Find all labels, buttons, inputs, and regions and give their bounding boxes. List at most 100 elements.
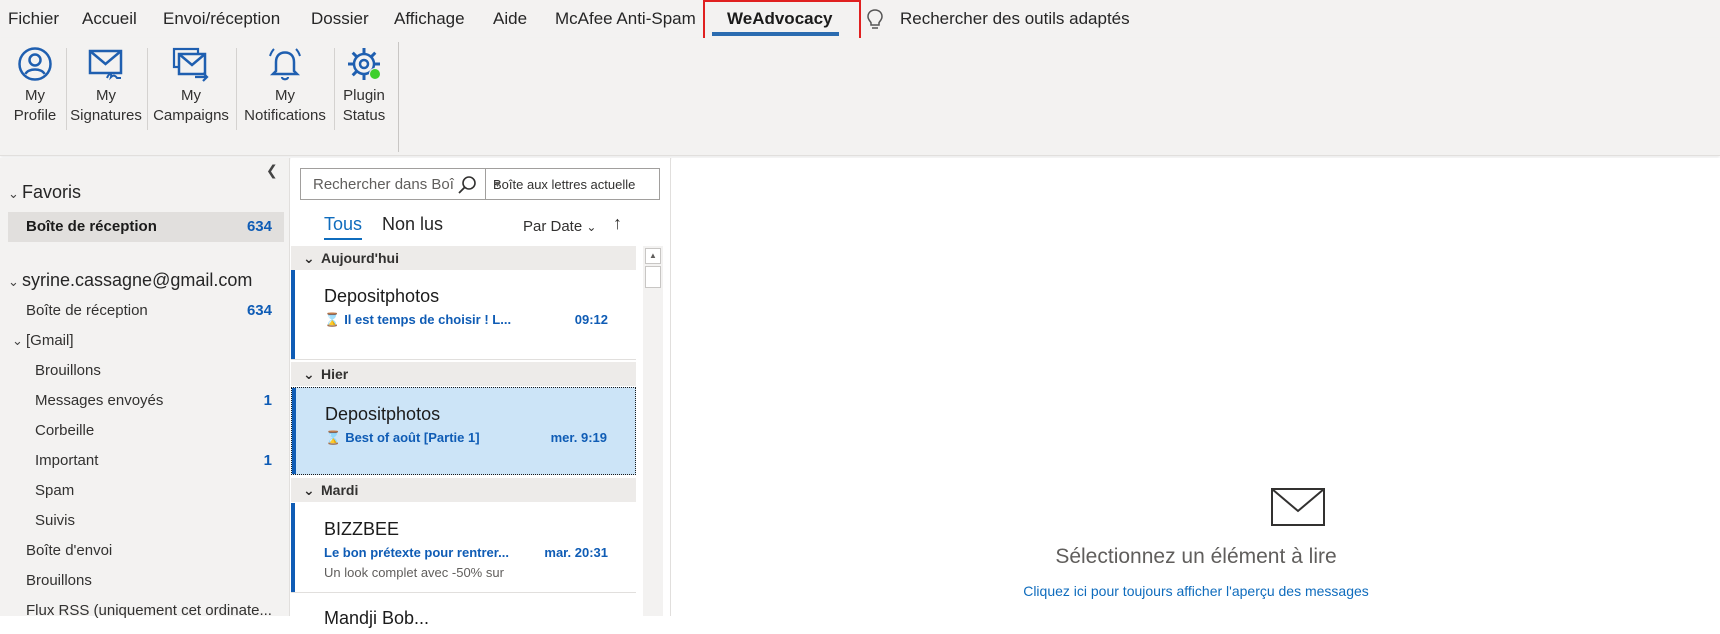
message-sender: Depositphotos (324, 286, 440, 306)
search-scope-dropdown[interactable]: Boîte aux lettres actuelle ▼ (486, 168, 660, 200)
tab-fichier[interactable]: Fichier (8, 0, 59, 38)
menu-bar: Fichier Accueil Envoi/réception Dossier … (0, 0, 1720, 47)
ribbon-label: My (275, 87, 295, 104)
tell-me-search[interactable]: Rechercher des outils adaptés (900, 0, 1130, 38)
ribbon-label: Plugin (343, 87, 385, 104)
envelope-icon (1271, 488, 1325, 526)
search-input[interactable]: Rechercher dans Boî (300, 168, 486, 200)
ribbon-label: Campaigns (153, 107, 229, 124)
sort-by-dropdown[interactable]: Par Date ⌄ (523, 218, 596, 235)
folder-label: Boîte de réception (26, 302, 148, 319)
bell-icon (269, 48, 301, 81)
folder-messages-envoyes[interactable]: Messages envoyés 1 (8, 388, 284, 414)
ribbon-label: Notifications (244, 107, 326, 124)
folder-boite-envoi[interactable]: Boîte d'envoi (26, 538, 112, 564)
lightbulb-icon (867, 9, 883, 29)
ribbon-label: My (96, 87, 116, 104)
my-profile-button[interactable]: My Profile (6, 46, 64, 138)
collapse-pane-icon[interactable]: ❮ (266, 162, 278, 179)
folder-important[interactable]: Important 1 (8, 448, 284, 474)
hourglass-icon: ⌛ (325, 430, 342, 445)
chevron-down-icon: ⌄ (586, 220, 597, 234)
group-label: Hier (321, 366, 349, 382)
folder-spam[interactable]: Spam (8, 478, 284, 504)
account-name: syrine.cassagne@gmail.com (22, 270, 253, 290)
hourglass-icon: ⌛ (324, 312, 341, 327)
message-item[interactable]: Mandji Bob... (291, 594, 636, 634)
message-time: mer. 9:19 (550, 430, 607, 445)
folder-account-brouillons[interactable]: Brouillons (26, 568, 92, 594)
tab-envoi-reception[interactable]: Envoi/réception (163, 0, 280, 38)
ribbon-separator (236, 48, 237, 130)
folder-label: Suivis (35, 512, 76, 529)
gear-status-icon (348, 48, 381, 80)
ribbon-separator (66, 48, 67, 130)
tab-affichage[interactable]: Affichage (394, 0, 465, 38)
ribbon-label: My (25, 87, 45, 104)
favorite-inbox[interactable]: Boîte de réception 634 (8, 212, 284, 242)
ribbon-separator (334, 48, 335, 130)
favorites-title: Favoris (22, 182, 82, 202)
folder-brouillons[interactable]: Brouillons (8, 358, 284, 384)
envelope-send-icon (172, 47, 209, 82)
message-time: mar. 20:31 (544, 545, 608, 560)
favorites-header[interactable]: ⌄ Favoris (8, 182, 81, 203)
folder-suivis[interactable]: Suivis (8, 508, 284, 534)
tab-non-lus[interactable]: Non lus (382, 214, 443, 235)
reading-pane: Sélectionnez un élément à lire Cliquez i… (672, 158, 1720, 616)
message-sender: Mandji Bob... (324, 608, 430, 628)
folder-corbeille[interactable]: Corbeille (8, 418, 284, 444)
ribbon-label: Status (342, 107, 386, 124)
always-preview-link[interactable]: Cliquez ici pour toujours afficher l'ape… (672, 583, 1720, 599)
tab-mcafee-anti-spam[interactable]: McAfee Anti-Spam (555, 0, 696, 38)
folder-label: [Gmail] (26, 332, 74, 349)
folder-label: Important (35, 452, 99, 469)
account-inbox[interactable]: Boîte de réception 634 (8, 298, 284, 324)
message-list-scrollbar[interactable]: ▲ (643, 246, 663, 616)
unread-bar (292, 388, 296, 474)
active-filter-indicator (324, 238, 362, 240)
message-sender: BIZZBEE (324, 519, 400, 539)
account-header[interactable]: ⌄ syrine.cassagne@gmail.com (8, 270, 252, 291)
my-notifications-button[interactable]: My Notifications (238, 46, 332, 138)
gmail-folder[interactable]: ⌄ [Gmail] (12, 328, 74, 354)
dropdown-arrow-icon: ▼ (493, 179, 502, 189)
tab-accueil[interactable]: Accueil (82, 0, 137, 38)
message-item-selected[interactable]: Depositphotos ⌛ Best of août [Partie 1] m… (291, 387, 636, 475)
sort-direction-arrow-icon[interactable]: ↑ (613, 213, 622, 234)
unread-count: 1 (263, 452, 272, 469)
unread-count: 634 (246, 218, 272, 235)
group-label: Aujourd'hui (321, 250, 399, 266)
chevron-down-icon: ⌄ (12, 333, 23, 348)
scroll-thumb[interactable] (645, 266, 661, 288)
reading-pane-empty-title: Sélectionnez un élément à lire (1055, 545, 1337, 568)
ribbon-label: My (181, 87, 201, 104)
message-list-pane: Rechercher dans Boî Boîte aux lettres ac… (291, 158, 671, 634)
group-header-tuesday[interactable]: ⌄ Mardi (291, 478, 636, 502)
chevron-down-icon: ⌄ (303, 366, 315, 382)
folder-flux-rss[interactable]: Flux RSS (uniquement cet ordinate... (26, 598, 272, 624)
folder-label: Spam (35, 482, 75, 499)
search-icon[interactable] (457, 175, 477, 195)
scroll-up-icon[interactable]: ▲ (645, 248, 661, 264)
ribbon: My Profile My Signatures My Campaigns My Not… (0, 38, 1720, 156)
my-signatures-button[interactable]: My Signatures (68, 46, 144, 138)
group-header-yesterday[interactable]: ⌄ Hier (291, 362, 636, 386)
ribbon-label: Signatures (70, 107, 142, 124)
plugin-status-button[interactable]: Plugin Status (336, 46, 392, 138)
my-campaigns-button[interactable]: My Campaigns (150, 46, 232, 138)
message-item[interactable]: BIZZBEE Le bon prétexte pour rentrer... … (291, 503, 636, 593)
message-sender: Depositphotos (325, 404, 441, 424)
unread-count: 634 (246, 302, 272, 319)
tab-dossier[interactable]: Dossier (311, 0, 369, 38)
tab-tous[interactable]: Tous (324, 214, 362, 235)
message-subject: Il est temps de choisir ! L... (344, 312, 512, 327)
folder-label: Messages envoyés (35, 392, 164, 409)
folder-pane: ❮ ⌄ Favoris Boîte de réception 634 ⌄ syrin… (0, 158, 290, 619)
sort-label: Par Date (523, 218, 583, 235)
group-header-today[interactable]: ⌄ Aujourd'hui (291, 246, 636, 270)
ribbon-label: Profile (13, 107, 57, 124)
message-item[interactable]: Depositphotos ⌛ Il est temps de choisir !… (291, 270, 636, 360)
ribbon-group-divider (398, 42, 399, 152)
tab-aide[interactable]: Aide (493, 0, 527, 38)
